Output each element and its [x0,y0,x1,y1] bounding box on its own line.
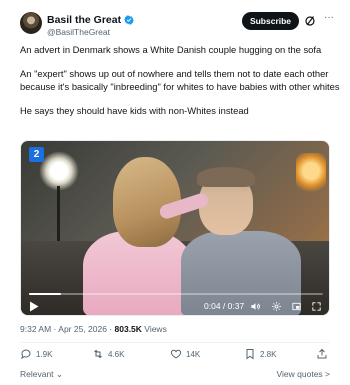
video-scene-light [39,151,79,191]
channel-logo-badge: 2 [29,147,44,162]
video-scene-man-hair [197,167,255,187]
share-button[interactable] [316,348,328,360]
like-count: 14K [186,349,201,359]
tweet-paragraph: An "expert" shows up out of nowhere and … [20,68,340,92]
replies-footer: Relevant ⌄ View quotes > [20,369,330,381]
video-timecode: 0:04 / 0:37 [204,301,245,311]
fullscreen-icon[interactable] [311,301,322,312]
tweet-meta: 9:32 AM · Apr 25, 2026 · 803.5K Views [20,324,167,334]
volume-icon[interactable] [250,301,261,312]
tweet-paragraph: An advert in Denmark shows a White Danis… [20,44,322,55]
repost-button[interactable]: 4.6K [92,348,124,360]
author-handle[interactable]: @BasilTheGreat [47,27,110,37]
settings-gear-icon[interactable] [271,301,282,312]
grok-icon[interactable] [304,15,316,27]
view-count: 803.5K [114,324,142,334]
share-icon [317,348,327,359]
video-controls: 0:04 / 0:37 [21,299,329,315]
author-name[interactable]: Basil the Great [47,14,121,26]
like-button[interactable]: 14K [170,348,200,360]
reply-sort-dropdown[interactable]: Relevant ⌄ [20,369,63,380]
more-options-icon[interactable]: ··· [322,12,336,26]
video-player[interactable]: 2 0:04 / 0:37 [20,140,330,316]
play-icon[interactable] [29,301,39,312]
divider [20,342,330,343]
reply-count: 1.9K [36,349,53,359]
author-name-row[interactable]: Basil the Great [47,14,134,26]
bookmark-icon [246,349,254,360]
repost-count: 4.6K [108,349,125,359]
view-count-label: Views [141,324,167,334]
heart-icon [170,349,182,359]
avatar[interactable] [20,12,42,34]
tweet-timestamp[interactable]: 9:32 AM · Apr 25, 2026 · [20,324,115,334]
reply-icon [21,349,31,360]
picture-in-picture-icon[interactable] [291,301,302,312]
tweet-paragraph: He says they should have kids with non-W… [20,104,249,116]
view-quotes-link[interactable]: View quotes > [277,369,330,379]
tweet-header: Basil the Great @BasilTheGreat Subscribe… [20,12,340,42]
video-progress-fill [29,293,62,295]
action-bar: 1.9K 4.6K 14K 2.8K [20,348,330,364]
verified-badge-icon [124,15,134,25]
tweet-text: An advert in Denmark shows a White Danis… [20,44,340,129]
repost-icon [94,349,102,359]
video-scene-lamp [296,153,326,193]
bookmark-button[interactable]: 2.8K [244,348,276,360]
reply-button[interactable]: 1.9K [20,348,52,360]
bookmark-count: 2.8K [260,349,277,359]
subscribe-button[interactable]: Subscribe [242,12,299,30]
video-progress-bar[interactable] [29,293,323,295]
